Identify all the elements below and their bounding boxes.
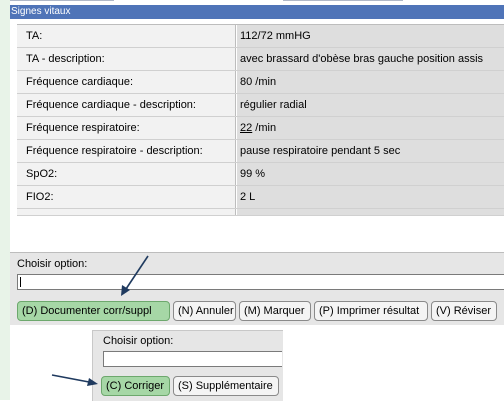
arrow-to-correct-button-icon: [51, 374, 98, 386]
arrow-to-document-button-icon: [121, 255, 149, 296]
annotation-arrows: [51, 255, 149, 386]
